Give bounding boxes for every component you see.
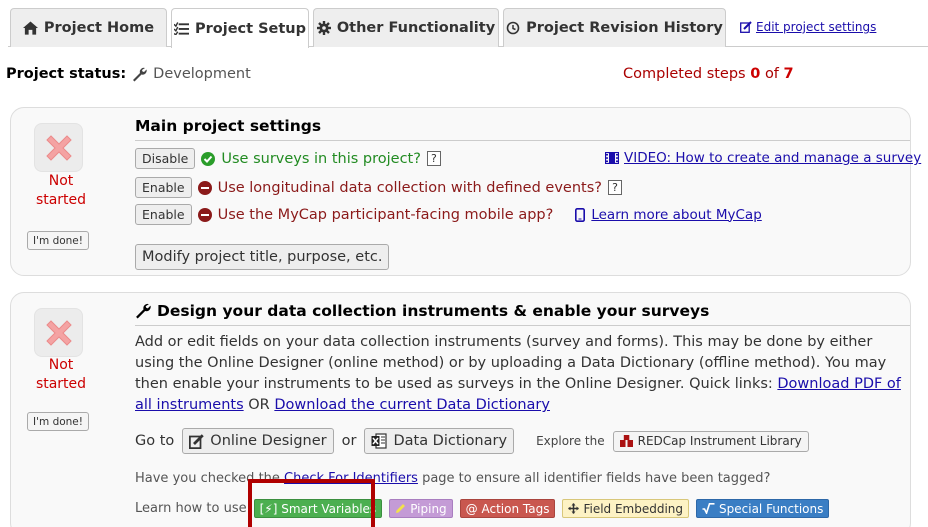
tab-other-functionality[interactable]: Other Functionality <box>313 8 499 47</box>
goto-row: Go to Online Designer or Data Dictionary… <box>135 428 809 454</box>
wrench-icon <box>133 67 147 81</box>
video-link[interactable]: VIDEO: How to create and manage a survey <box>605 150 921 166</box>
im-done-button[interactable]: I'm done! <box>27 231 89 250</box>
identifiers-check-text: Have you checked the Check For Identifie… <box>135 471 771 486</box>
minus-circle-icon <box>197 180 212 195</box>
tab-label: Project Setup <box>194 20 307 37</box>
step-status: Not started <box>35 357 87 392</box>
modify-project-title-button[interactable]: Modify project title, purpose, etc. <box>135 244 390 270</box>
learn-mycap-link[interactable]: Learn more about MyCap <box>591 207 761 223</box>
project-status: Project status: Development <box>6 66 251 82</box>
highlight-box <box>248 479 375 527</box>
wrench-icon <box>136 303 151 319</box>
mycap-row: Enable Use the MyCap participant-facing … <box>135 204 762 225</box>
tab-label: Project Revision History <box>526 20 723 36</box>
learn-how-row: Learn how to use [⚡] Smart Variables Pip… <box>135 499 830 518</box>
mycap-text: Use the MyCap participant-facing mobile … <box>217 206 554 223</box>
library-icon <box>619 435 633 447</box>
total-count: 7 <box>783 66 794 82</box>
help-button[interactable]: ? <box>607 180 622 195</box>
square-root-icon <box>702 503 715 514</box>
tab-label: Project Home <box>43 20 155 36</box>
edit-project-settings-link[interactable]: Edit project settings <box>740 20 876 34</box>
action-tags-button[interactable]: @ Action Tags <box>459 499 556 518</box>
enable-mycap-button[interactable]: Enable <box>135 204 192 225</box>
card-title: Main project settings <box>135 117 322 135</box>
check-circle-icon <box>201 151 216 166</box>
special-functions-button[interactable]: Special Functions <box>696 499 830 518</box>
disable-surveys-button[interactable]: Disable <box>135 148 196 169</box>
piping-button[interactable]: Piping <box>389 499 453 518</box>
surveys-row: Disable Use surveys in this project? ? <box>135 148 441 169</box>
home-icon <box>22 21 38 35</box>
project-status-label: Project status: <box>6 66 127 82</box>
design-instruments-card: Not started I'm done! Design your data c… <box>10 292 911 527</box>
longitudinal-row: Enable Use longitudinal data collection … <box>135 177 622 198</box>
online-designer-button[interactable]: Online Designer <box>182 428 334 454</box>
pencil-icon <box>396 504 406 513</box>
tab-project-revision-history[interactable]: Project Revision History <box>503 8 726 47</box>
surveys-text: Use surveys in this project? <box>221 150 421 167</box>
download-dictionary-link[interactable]: Download the current Data Dictionary <box>274 397 550 413</box>
longitudinal-text: Use longitudinal data collection with de… <box>217 179 602 196</box>
completed-count: 0 <box>750 66 761 82</box>
not-started-icon <box>34 123 83 172</box>
help-button[interactable]: ? <box>426 151 441 166</box>
instrument-library-button[interactable]: REDCap Instrument Library <box>612 430 809 452</box>
gear-icon <box>316 21 331 35</box>
card-title: Design your data collection instruments … <box>135 302 709 320</box>
enable-longitudinal-button[interactable]: Enable <box>135 177 192 198</box>
move-arrows-icon <box>568 503 580 514</box>
edit-icon <box>740 21 752 33</box>
mobile-icon <box>575 207 586 222</box>
im-done-button[interactable]: I'm done! <box>27 412 89 431</box>
main-project-settings-card: Not started I'm done! Main project setti… <box>10 107 921 276</box>
film-icon <box>605 152 619 164</box>
list-icon <box>173 22 189 35</box>
tab-label: Other Functionality <box>336 20 496 36</box>
data-dictionary-button[interactable]: Data Dictionary <box>364 428 515 454</box>
field-embedding-button[interactable]: Field Embedding <box>562 499 690 518</box>
excel-file-icon <box>371 433 388 449</box>
title-rule <box>135 140 910 141</box>
minus-circle-icon <box>197 207 212 222</box>
completed-steps: Completed steps 0 of 7 <box>623 66 794 82</box>
history-icon <box>506 21 520 35</box>
project-tabs: Project Home Project Setup Other Functio… <box>0 0 928 48</box>
tab-project-setup[interactable]: Project Setup <box>171 8 309 48</box>
project-status-value: Development <box>153 66 251 82</box>
tab-project-home[interactable]: Project Home <box>10 8 167 47</box>
instructions-paragraph: Add or edit fields on your data collecti… <box>135 334 901 413</box>
not-started-icon <box>34 308 83 357</box>
title-rule <box>135 325 910 326</box>
step-status: Not started <box>35 173 87 208</box>
edit-icon <box>189 433 205 449</box>
